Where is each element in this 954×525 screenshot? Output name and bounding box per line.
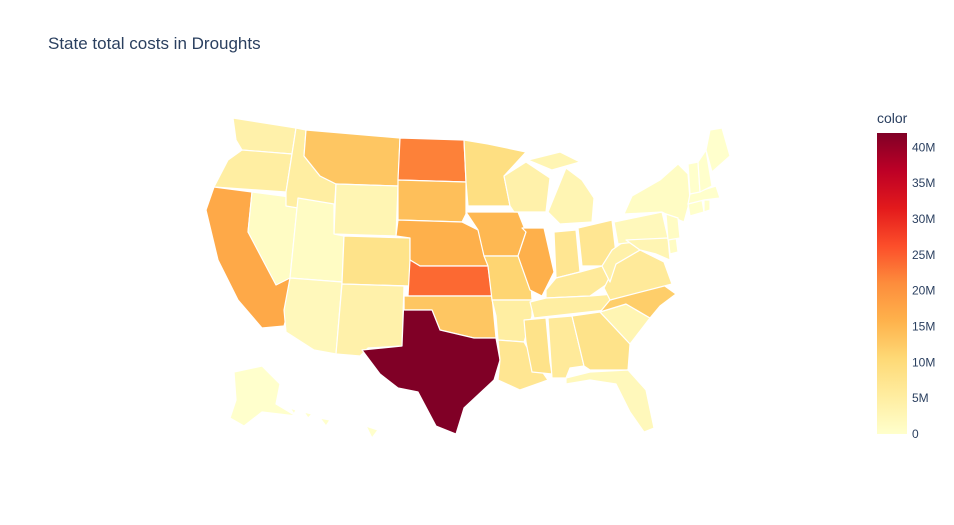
state-wa[interactable] bbox=[232, 117, 297, 155]
state-ks[interactable] bbox=[407, 259, 493, 297]
state-ne[interactable] bbox=[395, 219, 489, 267]
state-co[interactable] bbox=[341, 235, 411, 287]
state-sd[interactable] bbox=[397, 179, 467, 223]
colorbar bbox=[877, 133, 907, 434]
colorbar-title: color bbox=[877, 110, 908, 126]
colorbar-tick-label: 30M bbox=[912, 212, 935, 226]
colorbar-tick-label: 10M bbox=[912, 355, 935, 369]
state-wy[interactable] bbox=[333, 183, 399, 237]
colorbar-tick-label: 20M bbox=[912, 284, 935, 298]
state-hi[interactable] bbox=[289, 407, 379, 439]
choropleth-map: color 0 5M 10M 15M 20M 25M 30M 35M 40M bbox=[205, 110, 935, 441]
state-wi[interactable] bbox=[503, 161, 551, 213]
state-fl[interactable] bbox=[565, 369, 655, 433]
colorbar-tick-label: 5M bbox=[912, 391, 929, 405]
colorbar-tick-label: 25M bbox=[912, 248, 935, 262]
colorbar-tick-label: 40M bbox=[912, 140, 935, 154]
state-nm[interactable] bbox=[335, 283, 405, 357]
colorbar-tick-label: 15M bbox=[912, 320, 935, 334]
state-nd[interactable] bbox=[397, 137, 467, 183]
state-nj[interactable] bbox=[665, 213, 681, 241]
colorbar-ticks: 0 5M 10M 15M 20M 25M 30M 35M 40M bbox=[912, 140, 935, 441]
colorbar-tick-label: 0 bbox=[912, 427, 919, 441]
state-or[interactable] bbox=[213, 149, 293, 193]
state-ak[interactable] bbox=[229, 365, 297, 427]
state-ri[interactable] bbox=[703, 199, 711, 213]
states-layer bbox=[205, 117, 731, 439]
state-in[interactable] bbox=[553, 229, 581, 279]
state-az[interactable] bbox=[283, 277, 343, 355]
colorbar-tick-label: 35M bbox=[912, 176, 935, 190]
state-me[interactable] bbox=[705, 127, 731, 173]
